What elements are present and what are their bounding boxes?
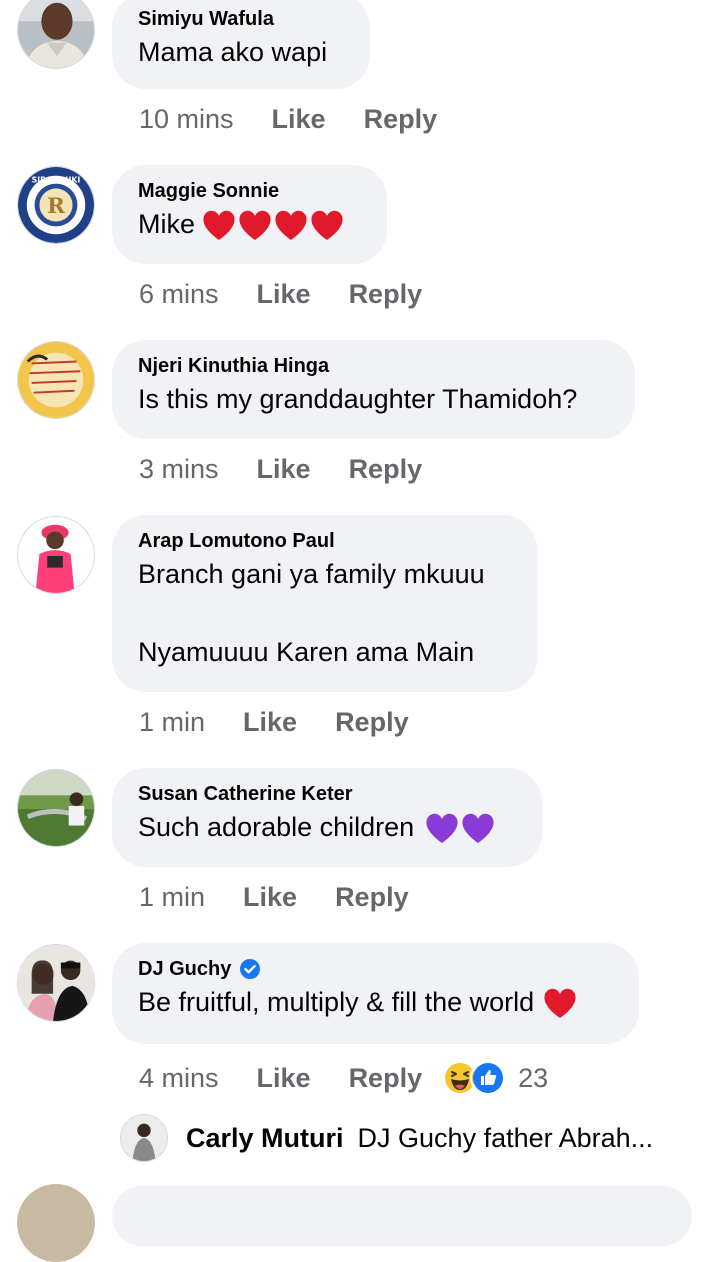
comment-actions: 10 mins Like Reply xyxy=(139,104,437,135)
comment-text: Branch gani ya family mkuuu Nyamuuuu Kar… xyxy=(138,555,511,672)
avatar[interactable] xyxy=(17,769,95,847)
comment-text: Such adorable children xyxy=(138,808,516,847)
comment-text-line: Nyamuuuu Karen ama Main xyxy=(138,637,475,667)
reply-button[interactable]: Reply xyxy=(335,707,409,738)
comment-bubble: Simiyu Wafula Mama ako wapi xyxy=(112,0,370,89)
comment-bubble: Njeri Kinuthia Hinga Is this my granddau… xyxy=(112,340,635,439)
like-button[interactable]: Like xyxy=(257,1063,311,1094)
comment-actions: 4 mins Like Reply 23 xyxy=(139,1060,548,1096)
avatar[interactable] xyxy=(17,1184,95,1262)
svg-text:R: R xyxy=(47,194,65,219)
reply-button[interactable]: Reply xyxy=(349,1063,423,1094)
comment-author[interactable]: Maggie Sonnie xyxy=(138,179,361,203)
reaction-summary[interactable]: 23 xyxy=(442,1060,548,1096)
comment-author[interactable]: Susan Catherine Keter xyxy=(138,782,516,806)
purple-heart-icon xyxy=(462,813,494,843)
comment-actions: 1 min Like Reply xyxy=(139,707,409,738)
avatar[interactable] xyxy=(17,341,95,419)
purple-heart-emojis xyxy=(424,811,496,845)
reply-text: DJ Guchy father Abrah... xyxy=(357,1122,654,1153)
comment-bubble xyxy=(112,1186,692,1246)
reply-button[interactable]: Reply xyxy=(349,454,423,485)
comment-author[interactable]: DJ Guchy xyxy=(138,957,613,981)
red-heart-emojis xyxy=(201,208,345,242)
comment-bubble: DJ Guchy Be fruitful, multiply & fill th… xyxy=(112,943,639,1044)
comment-time[interactable]: 3 mins xyxy=(139,454,219,485)
like-button[interactable]: Like xyxy=(257,454,311,485)
red-heart-icon xyxy=(275,210,307,240)
comment-author[interactable]: Arap Lomutono Paul xyxy=(138,529,511,553)
comment-text-line: Branch gani ya family mkuuu xyxy=(138,559,485,589)
reply-author[interactable]: Carly Muturi xyxy=(186,1123,344,1154)
like-button[interactable]: Like xyxy=(257,279,311,310)
comment-time[interactable]: 10 mins xyxy=(139,104,234,135)
comment-text: Mike xyxy=(138,205,361,244)
avatar[interactable] xyxy=(17,0,95,69)
red-heart-emojis xyxy=(542,986,578,1020)
comment-author[interactable]: Simiyu Wafula xyxy=(138,7,344,31)
reaction-count: 23 xyxy=(518,1062,549,1093)
like-button[interactable]: Like xyxy=(272,104,326,135)
comment-bubble: Maggie Sonnie Mike xyxy=(112,165,387,264)
avatar[interactable] xyxy=(17,944,95,1022)
comment-time[interactable]: 1 min xyxy=(139,707,205,738)
comment-bubble: Arap Lomutono Paul Branch gani ya family… xyxy=(112,515,537,692)
verified-badge-icon xyxy=(240,959,261,979)
comment-time[interactable]: 6 mins xyxy=(139,279,219,310)
comment-text: Mama ako wapi xyxy=(138,37,328,67)
like-button[interactable]: Like xyxy=(243,882,297,913)
comment-bubble: Susan Catherine Keter Such adorable chil… xyxy=(112,768,542,867)
avatar[interactable] xyxy=(17,516,95,594)
like-reaction-icon xyxy=(470,1060,507,1096)
comment-time[interactable]: 1 min xyxy=(139,882,205,913)
avatar[interactable] xyxy=(120,1114,168,1162)
reply-preview[interactable]: Carly Muturi DJ Guchy father Abrah... xyxy=(120,1114,653,1162)
reply-button[interactable]: Reply xyxy=(335,882,409,913)
avatar[interactable]: R SIBANDUKI xyxy=(17,166,95,244)
svg-text:SIBANDUKI: SIBANDUKI xyxy=(32,176,81,185)
red-heart-icon xyxy=(203,210,235,240)
comment-author[interactable]: Njeri Kinuthia Hinga xyxy=(138,354,609,378)
comment-actions: 6 mins Like Reply xyxy=(139,279,422,310)
comment-actions: 3 mins Like Reply xyxy=(139,454,422,485)
comment-time[interactable]: 4 mins xyxy=(139,1063,219,1094)
comment-text: Be fruitful, multiply & fill the world xyxy=(138,983,613,1022)
reply-button[interactable]: Reply xyxy=(349,279,423,310)
red-heart-icon xyxy=(544,988,576,1018)
red-heart-icon xyxy=(239,210,271,240)
comment-text: Is this my granddaughter Thamidoh? xyxy=(138,384,578,414)
purple-heart-icon xyxy=(426,813,458,843)
like-button[interactable]: Like xyxy=(243,707,297,738)
reply-button[interactable]: Reply xyxy=(364,104,438,135)
comment-actions: 1 min Like Reply xyxy=(139,882,409,913)
red-heart-icon xyxy=(311,210,343,240)
